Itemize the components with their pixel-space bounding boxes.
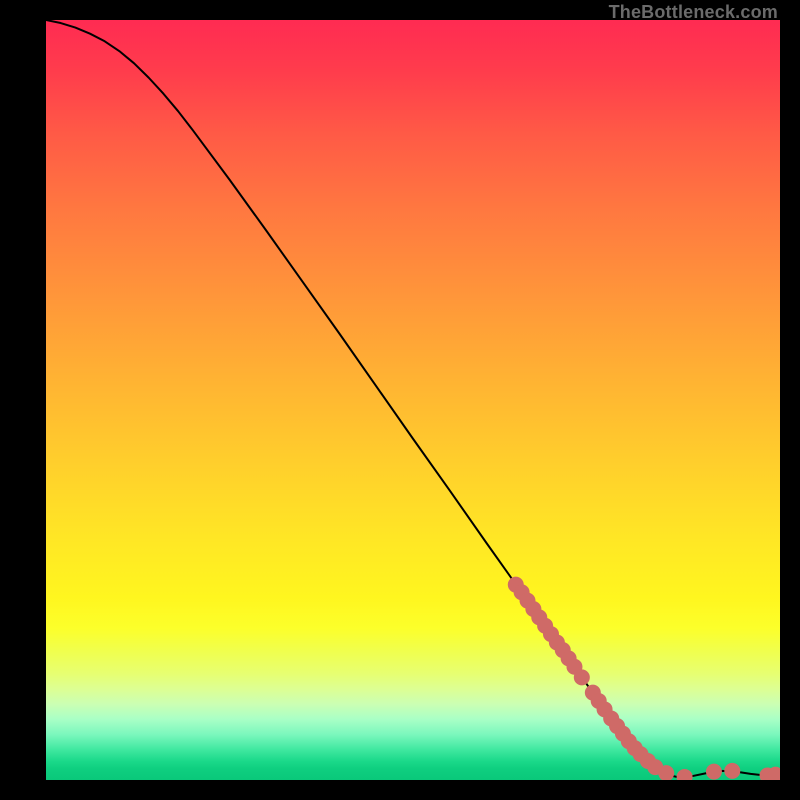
data-marker xyxy=(725,763,740,778)
data-marker xyxy=(659,766,674,780)
data-marker xyxy=(706,764,721,779)
plot-area xyxy=(46,20,780,780)
data-markers xyxy=(508,577,780,780)
data-marker xyxy=(677,769,692,780)
data-marker xyxy=(768,767,780,780)
chart-svg xyxy=(46,20,780,780)
chart-root: TheBottleneck.com xyxy=(0,0,800,800)
data-marker xyxy=(574,670,589,685)
curve-line xyxy=(46,20,780,778)
